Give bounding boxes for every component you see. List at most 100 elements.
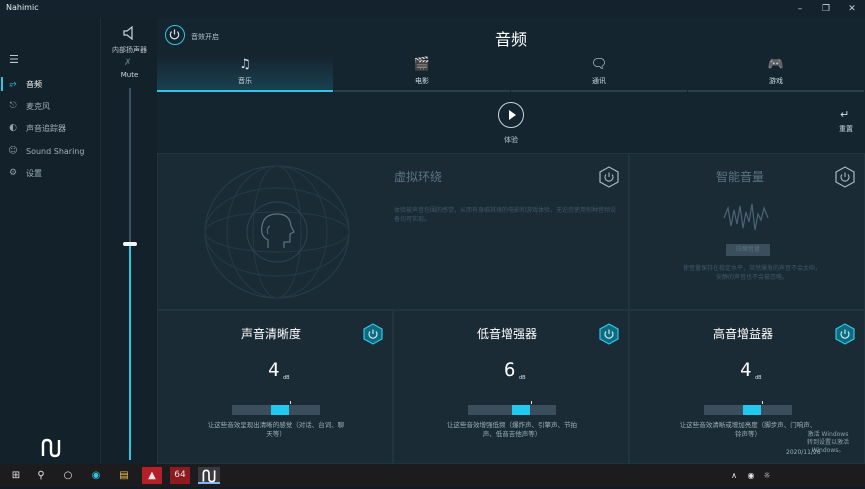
- bass-boost-power-button[interactable]: [598, 323, 620, 345]
- slider-tick: [762, 401, 763, 404]
- power-icon: [599, 166, 619, 188]
- tab-label: 音乐: [238, 77, 252, 85]
- waveform-icon: [723, 203, 769, 231]
- hamburger-menu-icon[interactable]: ☰: [9, 53, 19, 66]
- volume-track-fill: [129, 244, 131, 460]
- sidebar-item-label: 设置: [26, 168, 42, 178]
- maximize-icon[interactable]: ❐: [816, 2, 836, 16]
- surround-power-button[interactable]: [598, 166, 620, 188]
- tab-gaming[interactable]: 🎮 游戏: [688, 56, 864, 92]
- sidebar-item-settings[interactable]: ⚙ 设置: [0, 163, 100, 183]
- headset-icon: ☺: [8, 146, 18, 156]
- treble-boost-unit: dB: [755, 375, 762, 381]
- sidebar-item-label: 音频: [26, 79, 42, 89]
- tab-movie[interactable]: 🎬 电影: [334, 56, 510, 92]
- slider-fill: [271, 405, 290, 415]
- surround-title: 虚拟环绕: [394, 170, 443, 184]
- speaker-icon[interactable]: [122, 26, 138, 40]
- voice-clarity-slider[interactable]: [232, 401, 320, 415]
- microphone-icon: ⎋: [9, 101, 17, 111]
- tab-label: 通讯: [592, 77, 606, 85]
- compress-volume-button[interactable]: 压缩音量: [726, 244, 770, 256]
- minimize-icon[interactable]: –: [790, 2, 810, 16]
- sidebar: ☰ ⥵ 音频 ⎋ 麦克风 ◐ 声音追踪器 ☺ Sound Sharing ⚙ 设…: [0, 18, 100, 464]
- surround-sphere-illustration: [204, 165, 350, 299]
- smart-volume-panel: 智能音量 压缩音量 使音量保持在稳定水平，突然爆发的声音不会太响，安静的声音也不…: [629, 153, 865, 310]
- edge-browser-icon[interactable]: ◉: [86, 467, 106, 484]
- sidebar-item-sound-sharing[interactable]: ☺ Sound Sharing: [0, 141, 100, 161]
- app-icon-64[interactable]: 64: [170, 467, 190, 484]
- power-icon: [599, 323, 619, 345]
- mute-icon[interactable]: ✗: [124, 58, 132, 68]
- output-device-label: 内部扬声器: [112, 46, 147, 54]
- play-icon: [509, 110, 516, 120]
- volume-panel: 内部扬声器 ✗ Mute: [100, 18, 157, 464]
- voice-clarity-hint: 让这些音效呈现出清晰的感觉（对话、台词、聊天等）: [207, 421, 345, 438]
- reset-label[interactable]: 重置: [833, 124, 859, 134]
- slider-tick: [531, 401, 532, 404]
- clock-date: 2020/11/26: [786, 449, 821, 456]
- smart-volume-description: 使音量保持在稳定水平，突然爆发的声音不会太响，安静的声音也不会被忽略。: [682, 265, 821, 281]
- sidebar-item-sound-tracker[interactable]: ◐ 声音追踪器: [0, 118, 100, 138]
- sound-tracker-icon: ◐: [9, 123, 17, 133]
- surround-description: 体验被声音包围的感觉，从而有身临其境的电影和游戏体验，无论您使用何种音频设备均可…: [394, 207, 617, 223]
- task-view-icon[interactable]: ○: [58, 467, 78, 484]
- virtual-surround-panel: 虚拟环绕 体验被声音包围的感觉，从而有身临其境的电影和游戏体验，无论您使用何种音…: [157, 153, 629, 310]
- volume-slider-thumb[interactable]: [123, 242, 137, 247]
- music-note-icon: ♫: [239, 57, 251, 72]
- voice-clarity-panel: 声音清晰度 4 dB 让这些音效呈现出清晰的感觉（对话、台词、聊天等）: [157, 310, 393, 464]
- app-window: Nahimic – ❐ ✕ ☰ ⥵ 音频 ⎋ 麦克风 ◐ 声音追踪器 ☺ Sou…: [0, 0, 865, 464]
- close-icon[interactable]: ✕: [842, 2, 862, 16]
- tab-underline: [334, 90, 510, 92]
- tab-communication[interactable]: 🗨 通讯: [511, 56, 687, 92]
- tab-underline: [511, 90, 687, 92]
- title-bar: Nahimic – ❐ ✕: [0, 0, 865, 18]
- reset-icon[interactable]: ↵: [840, 108, 849, 121]
- voice-clarity-power-button[interactable]: [362, 323, 384, 345]
- treble-boost-slider[interactable]: [704, 401, 792, 415]
- taskbar: ⊞ ⚲ ○ ◉ ▤ ▲ 64 ∧ ◉ ☼: [0, 464, 865, 487]
- bass-boost-slider[interactable]: [468, 401, 556, 415]
- tab-underline: [157, 90, 333, 92]
- bass-boost-panel: 低音增强器 6 dB 让这些音效增强低频（爆炸声、引擎声、节拍声、低音吉他声等）: [393, 310, 629, 464]
- bass-boost-title: 低音增强器: [477, 327, 538, 341]
- search-icon[interactable]: ⚲: [31, 467, 51, 484]
- nahimic-logo-icon: [41, 438, 61, 458]
- tray-app-icon[interactable]: ◉: [744, 467, 758, 484]
- tab-label: 游戏: [769, 77, 783, 85]
- bass-boost-unit: dB: [519, 375, 526, 381]
- treble-boost-title: 高音增益器: [713, 327, 774, 341]
- voice-clarity-value: 4: [268, 359, 280, 381]
- profile-tabs: ♫ 音乐 🎬 电影 🗨 通讯 🎮 游戏: [157, 56, 865, 92]
- voice-clarity-unit: dB: [283, 375, 290, 381]
- app-icon-red[interactable]: ▲: [142, 467, 162, 484]
- watermark-line: 激活 Windows: [807, 431, 849, 438]
- slider-fill: [511, 405, 530, 415]
- sidebar-item-label: Sound Sharing: [26, 146, 85, 156]
- tray-chevron-icon[interactable]: ∧: [727, 467, 741, 484]
- app-title: Nahimic: [6, 3, 39, 12]
- sidebar-item-microphone[interactable]: ⎋ 麦克风: [0, 96, 100, 116]
- sidebar-item-label: 麦克风: [26, 101, 50, 111]
- network-icon[interactable]: ☼: [760, 467, 774, 484]
- sidebar-item-audio[interactable]: ⥵ 音频: [0, 74, 100, 94]
- bass-boost-value: 6: [504, 359, 516, 381]
- page-header: 音效开启 音频: [157, 18, 865, 56]
- voice-clarity-title: 声音清晰度: [241, 327, 302, 341]
- tab-music[interactable]: ♫ 音乐: [157, 56, 333, 92]
- main-content: 音效开启 音频 ♫ 音乐 🎬 电影 🗨 通讯 🎮 游戏 体验 ↵ 重置 虚拟环绕…: [157, 18, 865, 464]
- gamepad-icon: 🎮: [767, 57, 785, 72]
- tab-underline: [688, 90, 864, 92]
- gear-icon: ⚙: [8, 168, 18, 178]
- audio-wave-icon: ⥵: [9, 79, 17, 89]
- windows-start-icon[interactable]: ⊞: [6, 467, 26, 484]
- preview-label: 体验: [504, 136, 518, 144]
- sidebar-item-label: 声音追踪器: [26, 123, 66, 133]
- power-icon: [835, 166, 855, 188]
- file-explorer-icon[interactable]: ▤: [114, 467, 134, 484]
- smart-volume-power-button[interactable]: [834, 166, 856, 188]
- preview-play-button[interactable]: [498, 102, 524, 128]
- nahimic-taskbar-icon[interactable]: [198, 467, 220, 484]
- tab-label: 电影: [415, 77, 429, 85]
- treble-boost-power-button[interactable]: [834, 323, 856, 345]
